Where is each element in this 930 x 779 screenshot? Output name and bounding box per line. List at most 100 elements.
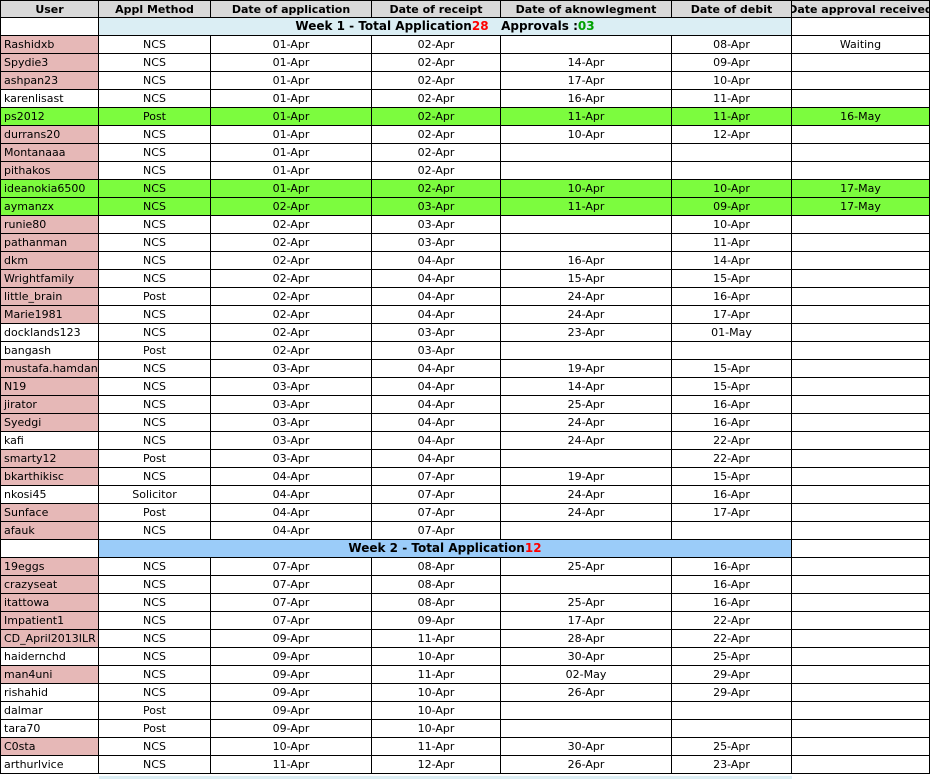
method-cell[interactable]: NCS — [99, 324, 211, 342]
user-cell[interactable]: ashpan23 — [0, 72, 99, 90]
application-date-cell[interactable]: 02-Apr — [211, 324, 372, 342]
approval-date-cell[interactable] — [792, 756, 930, 774]
receipt-date-cell[interactable]: 11-Apr — [372, 666, 501, 684]
ack-date-cell[interactable] — [501, 36, 672, 54]
application-date-cell[interactable]: 01-Apr — [211, 162, 372, 180]
method-cell[interactable]: NCS — [99, 72, 211, 90]
application-date-cell[interactable]: 01-Apr — [211, 180, 372, 198]
approval-date-cell[interactable] — [792, 486, 930, 504]
debit-date-cell[interactable]: 16-Apr — [672, 414, 792, 432]
receipt-date-cell[interactable]: 10-Apr — [372, 684, 501, 702]
receipt-date-cell[interactable]: 07-Apr — [372, 486, 501, 504]
user-cell[interactable]: C0sta — [0, 738, 99, 756]
week2-blank-cell-end[interactable] — [792, 540, 930, 558]
approval-date-cell[interactable] — [792, 270, 930, 288]
ack-date-cell[interactable]: 10-Apr — [501, 126, 672, 144]
receipt-date-cell[interactable]: 04-Apr — [372, 378, 501, 396]
application-date-cell[interactable]: 01-Apr — [211, 126, 372, 144]
application-date-cell[interactable]: 09-Apr — [211, 630, 372, 648]
debit-date-cell[interactable]: 15-Apr — [672, 360, 792, 378]
approval-date-cell[interactable] — [792, 450, 930, 468]
ack-date-cell[interactable]: 11-Apr — [501, 198, 672, 216]
approval-date-cell[interactable] — [792, 522, 930, 540]
application-date-cell[interactable]: 09-Apr — [211, 702, 372, 720]
method-cell[interactable]: NCS — [99, 378, 211, 396]
approval-date-cell[interactable] — [792, 648, 930, 666]
approval-date-cell[interactable] — [792, 252, 930, 270]
application-date-cell[interactable]: 07-Apr — [211, 558, 372, 576]
approval-date-cell[interactable] — [792, 162, 930, 180]
user-cell[interactable]: Montanaaa — [0, 144, 99, 162]
ack-date-cell[interactable]: 24-Apr — [501, 414, 672, 432]
receipt-date-cell[interactable]: 04-Apr — [372, 306, 501, 324]
ack-date-cell[interactable]: 25-Apr — [501, 558, 672, 576]
ack-date-cell[interactable] — [501, 720, 672, 738]
debit-date-cell[interactable]: 25-Apr — [672, 738, 792, 756]
receipt-date-cell[interactable]: 04-Apr — [372, 288, 501, 306]
approval-date-cell[interactable] — [792, 342, 930, 360]
method-cell[interactable]: Post — [99, 342, 211, 360]
approval-date-cell[interactable] — [792, 612, 930, 630]
debit-date-cell[interactable]: 16-Apr — [672, 288, 792, 306]
application-date-cell[interactable]: 10-Apr — [211, 738, 372, 756]
user-cell[interactable]: Wrightfamily — [0, 270, 99, 288]
approval-date-cell[interactable] — [792, 468, 930, 486]
application-date-cell[interactable]: 09-Apr — [211, 648, 372, 666]
user-cell[interactable]: Spydie3 — [0, 54, 99, 72]
approval-date-cell[interactable] — [792, 414, 930, 432]
application-date-cell[interactable]: 09-Apr — [211, 666, 372, 684]
method-cell[interactable]: NCS — [99, 36, 211, 54]
method-cell[interactable]: Post — [99, 720, 211, 738]
debit-date-cell[interactable] — [672, 162, 792, 180]
user-cell[interactable]: pathanman — [0, 234, 99, 252]
application-date-cell[interactable]: 03-Apr — [211, 378, 372, 396]
user-cell[interactable]: CD_April2013ILR — [0, 630, 99, 648]
receipt-date-cell[interactable]: 02-Apr — [372, 36, 501, 54]
application-date-cell[interactable]: 07-Apr — [211, 594, 372, 612]
approval-date-cell[interactable] — [792, 576, 930, 594]
approval-date-cell[interactable]: 16-May — [792, 108, 930, 126]
approval-date-cell[interactable] — [792, 558, 930, 576]
debit-date-cell[interactable] — [672, 144, 792, 162]
ack-date-cell[interactable]: 24-Apr — [501, 288, 672, 306]
receipt-date-cell[interactable]: 08-Apr — [372, 558, 501, 576]
ack-date-cell[interactable] — [501, 342, 672, 360]
approval-date-cell[interactable] — [792, 396, 930, 414]
header-date-approval-received[interactable]: Date approval received — [792, 0, 930, 18]
ack-date-cell[interactable]: 19-Apr — [501, 360, 672, 378]
approval-date-cell[interactable]: Waiting — [792, 36, 930, 54]
receipt-date-cell[interactable]: 02-Apr — [372, 144, 501, 162]
receipt-date-cell[interactable]: 07-Apr — [372, 522, 501, 540]
receipt-date-cell[interactable]: 11-Apr — [372, 738, 501, 756]
user-cell[interactable]: tara70 — [0, 720, 99, 738]
receipt-date-cell[interactable]: 09-Apr — [372, 612, 501, 630]
approval-date-cell[interactable] — [792, 72, 930, 90]
ack-date-cell[interactable]: 25-Apr — [501, 594, 672, 612]
debit-date-cell[interactable]: 15-Apr — [672, 270, 792, 288]
method-cell[interactable]: NCS — [99, 468, 211, 486]
approval-date-cell[interactable] — [792, 432, 930, 450]
method-cell[interactable]: NCS — [99, 90, 211, 108]
debit-date-cell[interactable] — [672, 702, 792, 720]
receipt-date-cell[interactable]: 04-Apr — [372, 432, 501, 450]
method-cell[interactable]: NCS — [99, 594, 211, 612]
method-cell[interactable]: NCS — [99, 144, 211, 162]
header-date-of-application[interactable]: Date of application — [211, 0, 372, 18]
approval-date-cell[interactable] — [792, 684, 930, 702]
receipt-date-cell[interactable]: 03-Apr — [372, 198, 501, 216]
debit-date-cell[interactable]: 29-Apr — [672, 684, 792, 702]
method-cell[interactable]: NCS — [99, 648, 211, 666]
debit-date-cell[interactable]: 22-Apr — [672, 630, 792, 648]
user-cell[interactable]: N19 — [0, 378, 99, 396]
ack-date-cell[interactable]: 28-Apr — [501, 630, 672, 648]
user-cell[interactable]: Syedgi — [0, 414, 99, 432]
user-cell[interactable]: durrans20 — [0, 126, 99, 144]
debit-date-cell[interactable] — [672, 342, 792, 360]
method-cell[interactable]: NCS — [99, 234, 211, 252]
user-cell[interactable]: pithakos — [0, 162, 99, 180]
method-cell[interactable]: NCS — [99, 180, 211, 198]
user-cell[interactable]: smarty12 — [0, 450, 99, 468]
application-date-cell[interactable]: 02-Apr — [211, 198, 372, 216]
debit-date-cell[interactable]: 09-Apr — [672, 198, 792, 216]
receipt-date-cell[interactable]: 04-Apr — [372, 252, 501, 270]
